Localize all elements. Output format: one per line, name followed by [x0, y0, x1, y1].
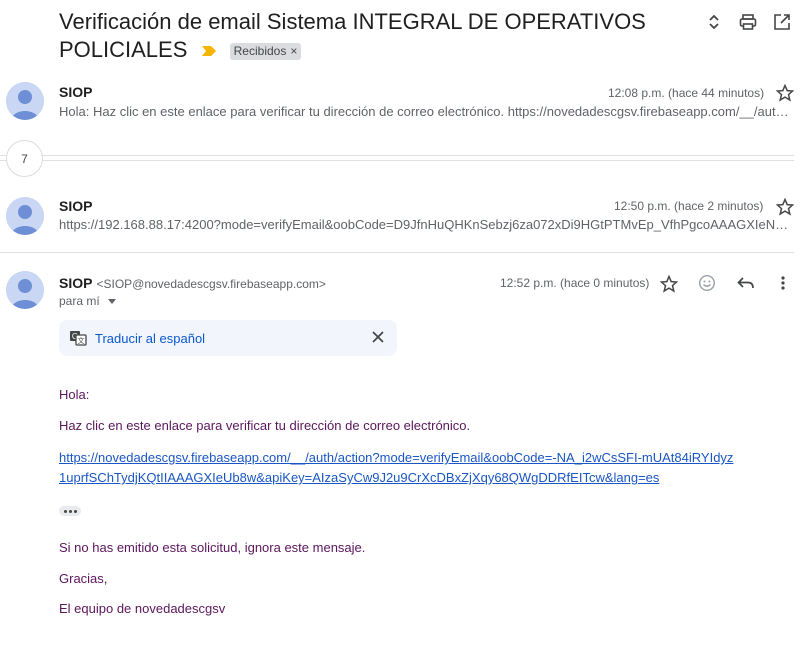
open-in-new-window-icon[interactable] — [772, 12, 792, 32]
recipients-label: para mí — [59, 294, 100, 308]
chevron-down-icon[interactable] — [107, 298, 116, 304]
star-icon[interactable] — [776, 84, 794, 102]
message-time: 12:50 p.m. (hace 2 minutos) — [614, 199, 764, 213]
print-icon[interactable] — [738, 12, 758, 32]
translate-icon: G文 — [70, 331, 87, 346]
label-remove-icon[interactable]: × — [290, 43, 297, 59]
emoji-reaction-icon[interactable] — [698, 274, 716, 292]
star-icon[interactable] — [660, 275, 678, 293]
sender-avatar — [6, 197, 44, 235]
message-sender[interactable]: SIOP — [59, 198, 92, 214]
translate-banner: G文 Traducir al español — [59, 320, 397, 356]
email-subject: Verificación de email Sistema INTEGRAL D… — [59, 8, 679, 64]
sender-avatar — [6, 82, 44, 120]
recipients-toggle[interactable]: para mí — [59, 294, 116, 308]
star-icon[interactable] — [776, 198, 794, 216]
svg-text:文: 文 — [78, 336, 85, 345]
expand-collapse-icon[interactable] — [704, 12, 724, 32]
message-time: 12:52 p.m. (hace 0 minutos) — [500, 276, 650, 290]
collapsed-divider — [0, 160, 794, 161]
more-options-icon[interactable] — [779, 275, 787, 291]
body-line-1: Haz clic en este enlace para verificar t… — [59, 418, 471, 433]
message-time: 12:08 p.m. (hace 44 minutos) — [608, 86, 765, 100]
body-line-2: Si no has emitido esta solicitud, ignora… — [59, 540, 366, 555]
sender-name[interactable]: SIOP — [59, 275, 92, 291]
collapsed-divider — [0, 155, 794, 156]
reply-icon[interactable] — [737, 276, 755, 290]
label-chip-text: Recibidos — [233, 44, 287, 59]
collapsed-messages-count[interactable]: 7 — [6, 140, 43, 177]
message-sender[interactable]: SIOP — [59, 84, 92, 100]
sender-avatar — [6, 271, 44, 309]
close-icon[interactable] — [371, 330, 385, 344]
body-thanks: Gracias, — [59, 571, 108, 586]
message-snippet[interactable]: https://192.168.88.17:4200?mode=verifyEm… — [59, 217, 791, 232]
message-divider — [0, 252, 794, 253]
subject-title: Verificación de email Sistema INTEGRAL D… — [59, 9, 646, 62]
open-message-sender: SIOP <SIOP@novedadescgsv.firebaseapp.com> — [59, 275, 326, 291]
sender-email: <SIOP@novedadescgsv.firebaseapp.com> — [96, 277, 326, 291]
label-chip-inbox[interactable]: Recibidos × — [229, 42, 302, 60]
message-snippet[interactable]: Hola: Haz clic en este enlace para verif… — [59, 104, 791, 119]
importance-marker-icon[interactable] — [201, 46, 216, 57]
body-greeting: Hola: — [59, 387, 90, 402]
verification-link[interactable]: https://novedadescgsv.firebaseapp.com/__… — [59, 448, 739, 488]
translate-link[interactable]: Traducir al español — [95, 331, 205, 346]
body-signature: El equipo de novedadescgsv — [59, 601, 226, 616]
show-trimmed-content-button[interactable] — [59, 506, 81, 516]
